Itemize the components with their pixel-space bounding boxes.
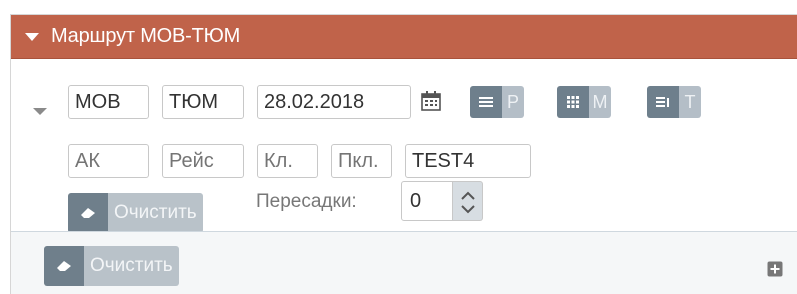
calendar-icon <box>421 91 441 111</box>
grid-icon <box>557 86 589 118</box>
subclass-field[interactable] <box>331 144 392 178</box>
calendar-button[interactable] <box>415 85 447 119</box>
eraser-icon <box>68 193 108 233</box>
collapse-caret-icon[interactable] <box>25 33 39 41</box>
code-field[interactable] <box>405 144 531 178</box>
transfers-spinner[interactable] <box>401 181 497 221</box>
toggle-m-label: M <box>589 86 611 118</box>
plus-icon[interactable] <box>767 261 783 277</box>
class-field[interactable] <box>257 144 318 178</box>
eraser-icon <box>44 246 84 286</box>
transfers-stepper[interactable] <box>453 181 483 221</box>
toggle-t-label: T <box>679 86 701 118</box>
row-expand-caret-icon[interactable] <box>33 108 47 115</box>
toggle-p[interactable]: P <box>470 86 524 118</box>
destination-field[interactable] <box>162 85 244 119</box>
route-panel: Маршрут MOB-ТЮМ P <box>10 14 797 294</box>
toggle-t[interactable]: T <box>647 86 701 118</box>
toggle-m[interactable]: M <box>557 86 611 118</box>
route-header[interactable]: Маршрут MOB-ТЮМ <box>11 15 797 59</box>
origin-field[interactable] <box>68 85 149 119</box>
transfers-input[interactable] <box>401 181 453 221</box>
clear-button-label: Очистить <box>108 193 203 233</box>
footer-bar: Очистить <box>11 232 797 294</box>
route-form: P M T <box>11 60 797 233</box>
list-icon <box>470 86 502 118</box>
fare-list-icon <box>647 86 679 118</box>
airline-field[interactable] <box>68 144 149 178</box>
route-title: Маршрут MOB-ТЮМ <box>51 25 241 47</box>
footer-clear-button[interactable]: Очистить <box>44 246 179 286</box>
flight-field[interactable] <box>162 144 244 178</box>
footer-clear-label: Очистить <box>84 246 179 286</box>
transfers-label: Пересадки: <box>256 191 357 212</box>
date-field[interactable] <box>257 85 411 119</box>
toggle-p-label: P <box>502 86 524 118</box>
clear-button[interactable]: Очистить <box>68 193 203 233</box>
